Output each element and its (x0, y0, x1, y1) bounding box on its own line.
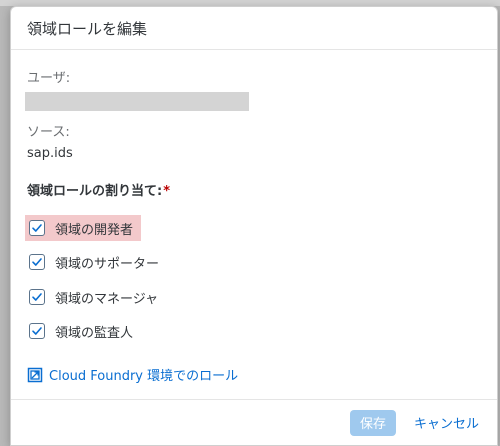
roles-label-text: 領域ロールの割り当て: (27, 184, 163, 199)
role-label: 領域の開発者 (55, 222, 134, 238)
role-checkbox-supporter[interactable]: 領域のサポーター (25, 249, 167, 275)
role-label: 領域のサポーター (55, 256, 160, 272)
role-checkbox-manager[interactable]: 領域のマネージャ (25, 284, 166, 310)
role-checkbox-developer[interactable]: 領域の開発者 (25, 215, 142, 241)
required-mark: * (163, 184, 171, 199)
dialog-header: 領域ロールを編集 (11, 7, 497, 50)
checkbox-checked-icon[interactable] (29, 323, 45, 339)
save-button[interactable]: 保存 (349, 409, 396, 436)
source-label: ソース: (27, 125, 70, 140)
user-value-redacted (25, 92, 249, 111)
external-link-icon (27, 367, 43, 382)
user-label: ユーザ: (27, 71, 71, 86)
role-label: 領域の監査人 (55, 325, 134, 341)
checkbox-checked-icon[interactable] (29, 254, 45, 270)
checkbox-checked-icon[interactable] (29, 289, 45, 305)
role-label: 領域のマネージャ (55, 291, 159, 307)
checkbox-checked-icon[interactable] (29, 220, 45, 236)
edit-space-roles-dialog: 領域ロールを編集 ユーザ: ソース: sap.ids 領域ロールの割り当て:* … (10, 6, 498, 446)
roles-label: 領域ロールの割り当て:* (27, 180, 170, 199)
role-checkbox-auditor[interactable]: 領域の監査人 (25, 318, 141, 344)
dialog-footer: 保存 キャンセル (11, 399, 497, 445)
dialog-content: ユーザ: ソース: sap.ids 領域ロールの割り当て:* 領域の開発者 領域… (11, 51, 497, 399)
source-value: sap.ids (27, 146, 73, 161)
cancel-button[interactable]: キャンセル (410, 410, 483, 436)
cloud-foundry-roles-link[interactable]: Cloud Foundry 環境でのロール (27, 365, 238, 384)
dialog-title: 領域ロールを編集 (27, 19, 148, 38)
link-label[interactable]: Cloud Foundry 環境でのロール (49, 365, 238, 384)
